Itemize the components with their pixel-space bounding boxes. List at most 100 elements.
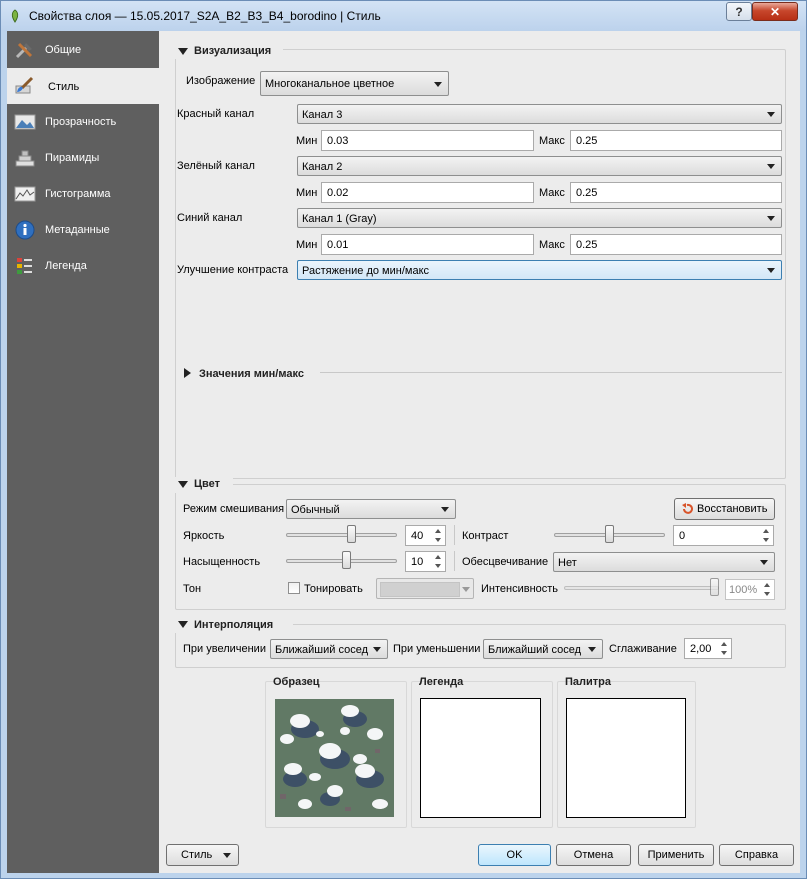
ok-button[interactable]: OK	[478, 844, 551, 866]
contrast-enhancement-combo[interactable]: Растяжение до мин/макс	[297, 260, 782, 280]
blue-min-label: Мин	[296, 239, 318, 251]
style-menu-button[interactable]: Стиль	[166, 844, 239, 866]
green-band-value: Канал 2	[302, 161, 343, 173]
blend-mode-combo[interactable]: Обычный	[286, 499, 456, 519]
oversampling-label: Сглаживание	[609, 643, 677, 655]
sidebar-item-style[interactable]: Стиль	[7, 68, 159, 104]
sidebar-item-legend[interactable]: Легенда	[7, 248, 159, 284]
blend-mode-value: Обычный	[291, 504, 340, 516]
contrast-spinbox[interactable]: 0	[673, 525, 774, 546]
contrast-enhancement-label: Улучшение контраста	[177, 264, 289, 276]
chevron-down-icon	[434, 82, 442, 87]
brightness-spinbox[interactable]: 40	[405, 525, 446, 546]
blue-max-label: Макс	[539, 239, 565, 251]
saturation-label: Насыщенность	[183, 556, 261, 568]
spin-up-icon[interactable]	[433, 527, 444, 535]
zoomed-out-combo[interactable]: Ближайший сосед	[483, 639, 603, 659]
color-section-title: Цвет	[194, 478, 221, 490]
saturation-spinbox[interactable]: 10	[405, 551, 446, 572]
spin-down-icon[interactable]	[719, 649, 730, 657]
zoomed-in-combo[interactable]: Ближайший сосед	[270, 639, 388, 659]
spin-down-icon[interactable]	[433, 562, 444, 570]
title-bar[interactable]: Свойства слоя — 15.05.2017_S2A_B2_B3_B4_…	[1, 1, 806, 31]
brightness-slider-track[interactable]	[286, 533, 397, 537]
palette-preview-area	[566, 698, 686, 818]
spin-down-icon[interactable]	[762, 590, 773, 598]
chevron-down-icon	[767, 268, 775, 273]
zoomed-in-label: При увеличении	[183, 643, 266, 655]
red-max-input[interactable]: 0.25	[570, 130, 782, 151]
help-button[interactable]: Справка	[719, 844, 794, 866]
zoomed-out-value: Ближайший сосед	[488, 644, 581, 656]
blue-max-input[interactable]: 0.25	[570, 234, 782, 255]
contrast-slider-handle[interactable]	[605, 525, 614, 543]
paintbrush-icon	[15, 76, 34, 94]
close-window-button[interactable]: ✕	[752, 2, 798, 21]
cancel-button[interactable]: Отмена	[556, 844, 631, 866]
colorize-color-button[interactable]	[376, 578, 474, 599]
reset-button-label: Восстановить	[697, 503, 768, 515]
red-max-value: 0.25	[576, 135, 598, 147]
spin-up-icon[interactable]	[761, 527, 772, 535]
color-swatch	[380, 582, 460, 597]
collapse-arrow-icon[interactable]	[178, 481, 188, 488]
grayscale-combo[interactable]: Нет	[553, 552, 775, 572]
blend-mode-label: Режим смешивания	[183, 503, 285, 515]
blue-min-value: 0.01	[327, 239, 349, 251]
help-title-button[interactable]: ?	[726, 2, 752, 21]
histogram-icon	[14, 186, 36, 202]
apply-button[interactable]: Применить	[638, 844, 714, 866]
chevron-down-icon	[767, 164, 775, 169]
brightness-slider-handle[interactable]	[347, 525, 357, 543]
colorize-checkbox[interactable]	[288, 582, 300, 594]
spin-down-icon[interactable]	[433, 536, 444, 544]
contrast-value: 0	[679, 530, 686, 542]
window-title: Свойства слоя — 15.05.2017_S2A_B2_B3_B4_…	[29, 9, 381, 23]
tools-icon	[15, 42, 33, 59]
sidebar-item-pyramids[interactable]: Пирамиды	[7, 140, 159, 176]
blue-band-combo[interactable]: Канал 1 (Gray)	[297, 208, 782, 228]
chevron-down-icon	[767, 112, 775, 117]
red-band-combo[interactable]: Канал 3	[297, 104, 782, 124]
expand-arrow-icon[interactable]	[184, 368, 191, 378]
green-max-input[interactable]: 0.25	[570, 182, 782, 203]
sidebar-item-metadata[interactable]: Метаданные	[7, 212, 159, 248]
red-min-input[interactable]: 0.03	[321, 130, 534, 151]
sidebar-item-label: Гистограмма	[45, 188, 111, 200]
spin-down-icon[interactable]	[761, 536, 772, 544]
intensity-slider-handle[interactable]	[710, 578, 719, 596]
green-min-input[interactable]: 0.02	[321, 182, 534, 203]
sidebar-item-label: Прозрачность	[45, 116, 117, 128]
image-type-combo[interactable]: Многоканальное цветное	[260, 71, 449, 96]
sidebar-item-label: Пирамиды	[45, 152, 100, 164]
saturation-slider-handle[interactable]	[342, 551, 352, 569]
sidebar-item-general[interactable]: Общие	[7, 32, 159, 68]
intensity-spinbox[interactable]: 100%	[725, 579, 775, 600]
sidebar-item-transparency[interactable]: Прозрачность	[7, 104, 159, 140]
zoomed-out-label: При уменьшении	[393, 643, 481, 655]
sidebar-item-histogram[interactable]: Гистограмма	[7, 176, 159, 212]
spin-up-icon[interactable]	[719, 640, 730, 648]
sidebar-item-label: Легенда	[45, 260, 87, 272]
blue-min-input[interactable]: 0.01	[321, 234, 534, 255]
spin-up-icon[interactable]	[762, 581, 773, 589]
image-type-value: Многоканальное цветное	[265, 78, 395, 90]
grayscale-value: Нет	[558, 557, 577, 569]
collapse-arrow-icon[interactable]	[178, 621, 188, 628]
minmax-section-title[interactable]: Значения мин/макс	[199, 368, 304, 380]
spin-up-icon[interactable]	[433, 553, 444, 561]
chevron-down-icon	[760, 560, 768, 565]
sidebar-item-label: Общие	[45, 44, 82, 56]
sample-preview-title: Образец	[273, 676, 320, 688]
chevron-down-icon	[462, 587, 470, 592]
legend-preview-area	[420, 698, 541, 818]
sidebar: Общие Стиль Прозрачность Пирамиды Гистог…	[7, 31, 159, 873]
reset-button[interactable]: Восстановить	[674, 498, 775, 520]
green-band-combo[interactable]: Канал 2	[297, 156, 782, 176]
collapse-arrow-icon[interactable]	[178, 48, 188, 55]
oversampling-spinbox[interactable]: 2,00	[684, 638, 732, 659]
image-type-label: Изображение	[186, 75, 256, 87]
blue-max-value: 0.25	[576, 239, 598, 251]
intensity-slider-track[interactable]	[564, 586, 719, 590]
sidebar-item-label: Метаданные	[45, 224, 110, 236]
